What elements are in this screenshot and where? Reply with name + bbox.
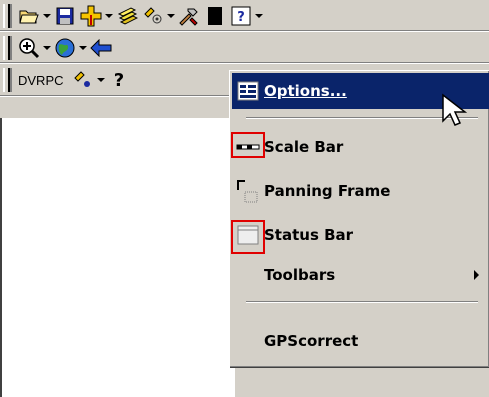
menu-item-scale-bar[interactable]: Scale Bar [232,129,489,165]
menu-item-status-bar[interactable]: Status Bar [232,217,489,253]
menu-item-label: GPScorrect [264,332,359,350]
dvrpc-label: DVRPC [18,72,64,88]
globe-dropdown[interactable] [78,35,88,61]
standard-toolbar: ? [0,0,489,32]
help-icon[interactable]: ? [228,3,254,29]
open-dropdown[interactable] [42,3,52,29]
back-arrow-icon[interactable] [88,35,114,61]
menu-item-panning-frame[interactable]: Panning Frame [232,173,489,209]
toolbar-grip[interactable] [3,35,12,60]
zoom-in-icon[interactable] [16,35,42,61]
menu-item-toolbars[interactable]: Toolbars [232,257,489,293]
submenu-arrow-icon [474,270,479,280]
status-bar-highlight-box [231,220,265,254]
menu-item-gpscorrect[interactable]: GPScorrect [232,323,489,359]
menu-item-label: Status Bar [264,226,354,244]
toolbar-grip[interactable] [3,68,12,92]
menu-item-label: Toolbars [264,266,336,284]
map-workspace[interactable] [0,118,235,397]
panning-frame-icon [232,176,264,206]
black-square-icon[interactable] [202,3,228,29]
zoom-dropdown[interactable] [42,35,52,61]
gps-dropdown[interactable] [166,3,176,29]
help-dropdown[interactable] [254,3,264,29]
scale-bar-highlight-box [231,132,265,158]
navigation-toolbar [0,32,489,64]
menu-separator [246,301,478,303]
help-query-icon[interactable]: ? [106,67,132,93]
globe-icon[interactable] [52,35,78,61]
toolbar-grip[interactable] [3,3,12,28]
gps-icon[interactable] [140,3,166,29]
gps-icon[interactable] [70,67,96,93]
add-data-dropdown[interactable] [104,3,114,29]
svg-text:?: ? [237,10,245,25]
layers-icon[interactable] [114,3,140,29]
gps-dropdown[interactable] [96,67,106,93]
add-data-icon[interactable] [78,3,104,29]
mouse-cursor-icon [441,93,468,133]
save-icon[interactable] [52,3,78,29]
options-icon [232,76,264,106]
tools-icon[interactable] [176,3,202,29]
svg-text:?: ? [113,70,123,91]
open-icon[interactable] [16,3,42,29]
menu-item-label: Panning Frame [264,182,391,200]
menu-item-label: Scale Bar [264,138,344,156]
